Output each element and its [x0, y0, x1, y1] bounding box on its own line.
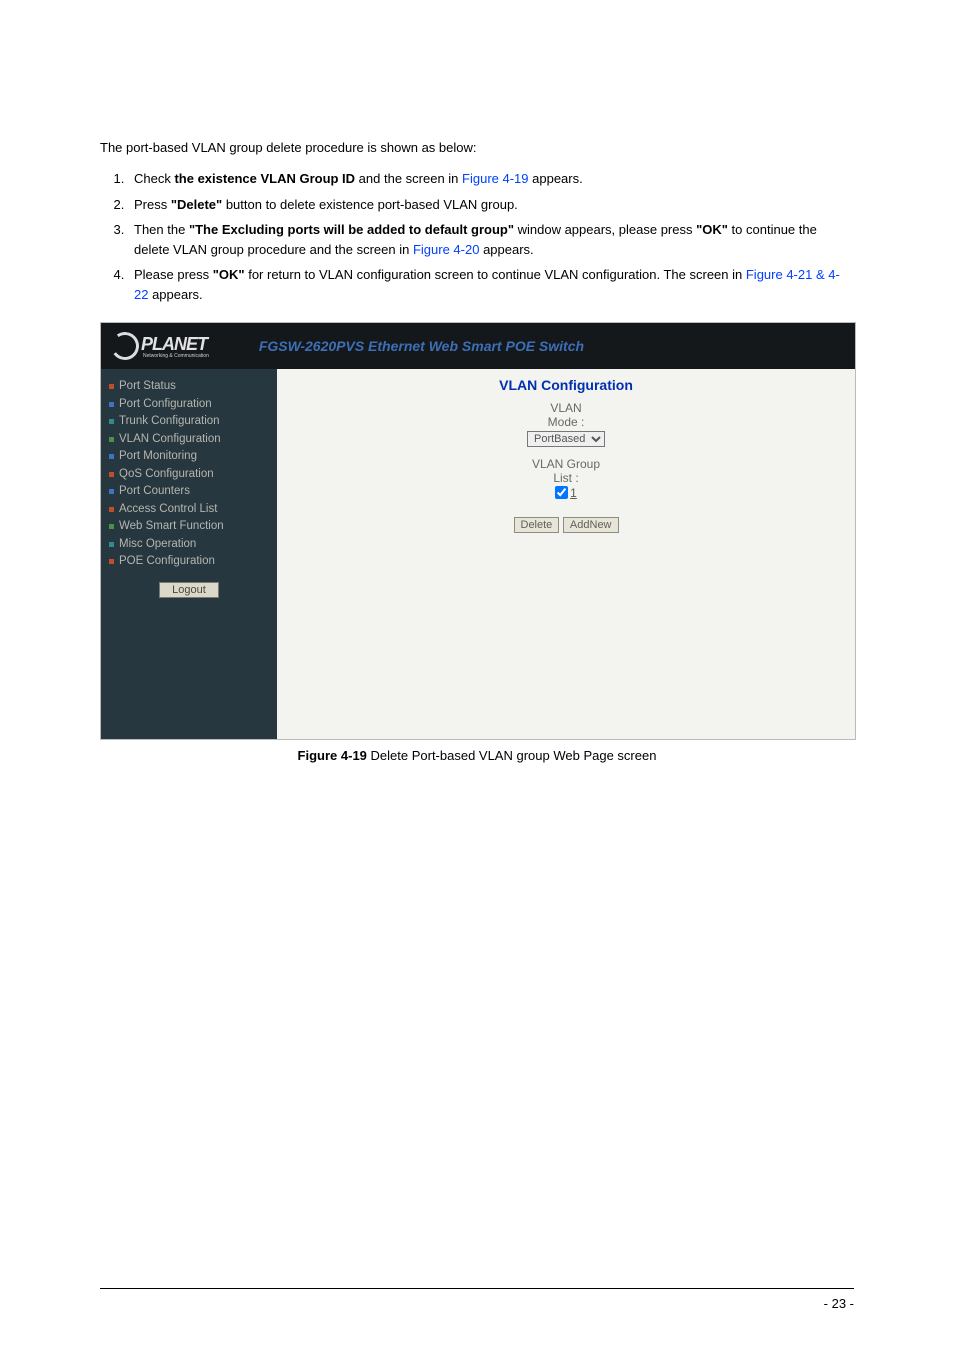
bullet-icon: [109, 419, 114, 424]
step-1-link: Figure 4-19: [462, 171, 528, 186]
step-3: Then the "The Excluding ports will be ad…: [128, 220, 854, 259]
step-4-bold: "OK": [213, 267, 245, 282]
sidebar-item-label: Port Monitoring: [119, 449, 197, 465]
step-3-bold-2: "OK": [696, 222, 728, 237]
caption-figure: Figure 4-19: [298, 748, 367, 763]
step-1-c: and the screen in: [355, 171, 462, 186]
step-3-bold-1: "The Excluding ports will be added to de…: [189, 222, 514, 237]
bullet-icon: [109, 402, 114, 407]
sidebar-item-5[interactable]: QoS Configuration: [109, 467, 269, 483]
app-header: PLANET Networking & Communication FGSW-2…: [101, 323, 855, 369]
step-4: Please press "OK" for return to VLAN con…: [128, 265, 854, 304]
step-3-f: appears.: [479, 242, 533, 257]
bullet-icon: [109, 507, 114, 512]
vlan-mode-select[interactable]: PortBased: [527, 431, 605, 447]
bullet-icon: [109, 559, 114, 564]
step-3-link: Figure 4-20: [413, 242, 479, 257]
brand-name: PLANET: [141, 334, 209, 355]
sidebar-item-label: Misc Operation: [119, 537, 196, 553]
mode-label-1: VLAN: [277, 401, 855, 415]
vlan-group-row: 1: [555, 486, 577, 500]
footer-rule: [100, 1288, 854, 1289]
bullet-icon: [109, 437, 114, 442]
sidebar-item-0[interactable]: Port Status: [109, 379, 269, 395]
step-3-c: window appears, please press: [514, 222, 696, 237]
addnew-button[interactable]: AddNew: [563, 517, 619, 533]
sidebar-item-1[interactable]: Port Configuration: [109, 397, 269, 413]
brand-tagline: Networking & Communication: [143, 353, 209, 359]
sidebar-item-label: POE Configuration: [119, 554, 215, 570]
bullet-icon: [109, 472, 114, 477]
step-4-c: for return to VLAN configuration screen …: [245, 267, 746, 282]
step-2-bold: "Delete": [171, 197, 222, 212]
step-1: Check the existence VLAN Group ID and th…: [128, 169, 854, 189]
sidebar-item-label: Port Status: [119, 379, 176, 395]
logout-button[interactable]: Logout: [159, 582, 219, 598]
vlan-group-link[interactable]: 1: [570, 486, 577, 500]
step-2-c: button to delete existence port-based VL…: [222, 197, 518, 212]
intro-text: The port-based VLAN group delete procedu…: [100, 140, 854, 155]
sidebar-item-10[interactable]: POE Configuration: [109, 554, 269, 570]
panel-title: VLAN Configuration: [277, 377, 855, 393]
step-1-d: appears.: [529, 171, 583, 186]
page-number: - 23 -: [824, 1296, 854, 1311]
bullet-icon: [109, 542, 114, 547]
mode-label-2: Mode :: [277, 415, 855, 429]
step-4-a: Please press: [134, 267, 213, 282]
sidebar-item-label: Access Control List: [119, 502, 217, 518]
sidebar: Port Status Port ConfigurationTrunk Confi…: [101, 369, 277, 739]
sidebar-item-6[interactable]: Port Counters: [109, 484, 269, 500]
bullet-icon: [109, 524, 114, 529]
step-3-a: Then the: [134, 222, 189, 237]
sidebar-item-7[interactable]: Access Control List: [109, 502, 269, 518]
bullet-icon: [109, 384, 114, 389]
globe-icon: [109, 330, 141, 362]
vlan-group-checkbox[interactable]: [555, 486, 568, 499]
sidebar-item-label: VLAN Configuration: [119, 432, 221, 448]
caption-text: Delete Port-based VLAN group Web Page sc…: [367, 748, 657, 763]
step-2: Press "Delete" button to delete existenc…: [128, 195, 854, 215]
sidebar-item-3[interactable]: VLAN Configuration: [109, 432, 269, 448]
bullet-icon: [109, 454, 114, 459]
sidebar-item-label: Web Smart Function: [119, 519, 224, 535]
bullet-icon: [109, 489, 114, 494]
sidebar-item-label: QoS Configuration: [119, 467, 214, 483]
step-2-a: Press: [134, 197, 171, 212]
step-1-bold: the existence VLAN Group ID: [174, 171, 355, 186]
step-1-a: Check: [134, 171, 174, 186]
steps-list: Check the existence VLAN Group ID and th…: [100, 169, 854, 304]
sidebar-item-2[interactable]: Trunk Configuration: [109, 414, 269, 430]
sidebar-item-label: Port Counters: [119, 484, 190, 500]
step-4-d: appears.: [148, 287, 202, 302]
sidebar-item-label: Trunk Configuration: [119, 414, 220, 430]
header-title: FGSW-2620PVS Ethernet Web Smart POE Swit…: [259, 338, 584, 354]
sidebar-item-9[interactable]: Misc Operation: [109, 537, 269, 553]
sidebar-item-8[interactable]: Web Smart Function: [109, 519, 269, 535]
delete-button[interactable]: Delete: [514, 517, 560, 533]
sidebar-item-label: Port Configuration: [119, 397, 212, 413]
figure-caption: Figure 4-19 Delete Port-based VLAN group…: [100, 748, 854, 763]
sidebar-item-4[interactable]: Port Monitoring: [109, 449, 269, 465]
embedded-screenshot: PLANET Networking & Communication FGSW-2…: [100, 322, 856, 740]
brand-logo: PLANET Networking & Communication: [111, 332, 209, 360]
group-label-1: VLAN Group: [277, 457, 855, 471]
group-label-2: List :: [277, 471, 855, 485]
main-panel: VLAN Configuration VLAN Mode : PortBased…: [277, 369, 855, 739]
